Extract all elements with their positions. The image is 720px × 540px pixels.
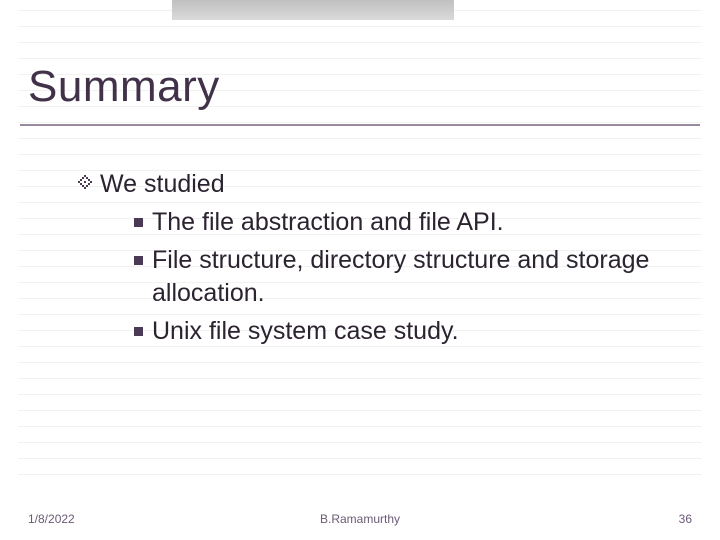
bullet-level2-text: Unix file system case study. [152, 317, 459, 345]
slide-footer: 1/8/2022 B.Ramamurthy 36 [28, 512, 692, 526]
bullet-level1-text: We studied [100, 170, 225, 198]
slide-title: Summary [28, 62, 220, 112]
sublist: The file abstraction and file API. File … [134, 206, 670, 349]
bullet-level1: We studied The file abstraction and file… [78, 168, 670, 349]
bullet-level2: Unix file system case study. [134, 315, 670, 349]
bullet-level2: File structure, directory structure and … [134, 244, 670, 312]
slide: Summary [0, 0, 720, 540]
square-bullet-icon [134, 327, 143, 336]
square-bullet-icon [134, 218, 143, 227]
title-underline [20, 124, 700, 126]
bullet-level2-text: The file abstraction and file API. [152, 208, 504, 236]
top-shadow-bar [172, 0, 454, 20]
slide-body: We studied The file abstraction and file… [78, 168, 670, 353]
bullet-level2: The file abstraction and file API. [134, 206, 670, 240]
bullet-level2-text: File structure, directory structure and … [152, 246, 649, 308]
diamond-bullet-icon [78, 175, 92, 189]
footer-author: B.Ramamurthy [28, 512, 692, 526]
square-bullet-icon [134, 256, 143, 265]
